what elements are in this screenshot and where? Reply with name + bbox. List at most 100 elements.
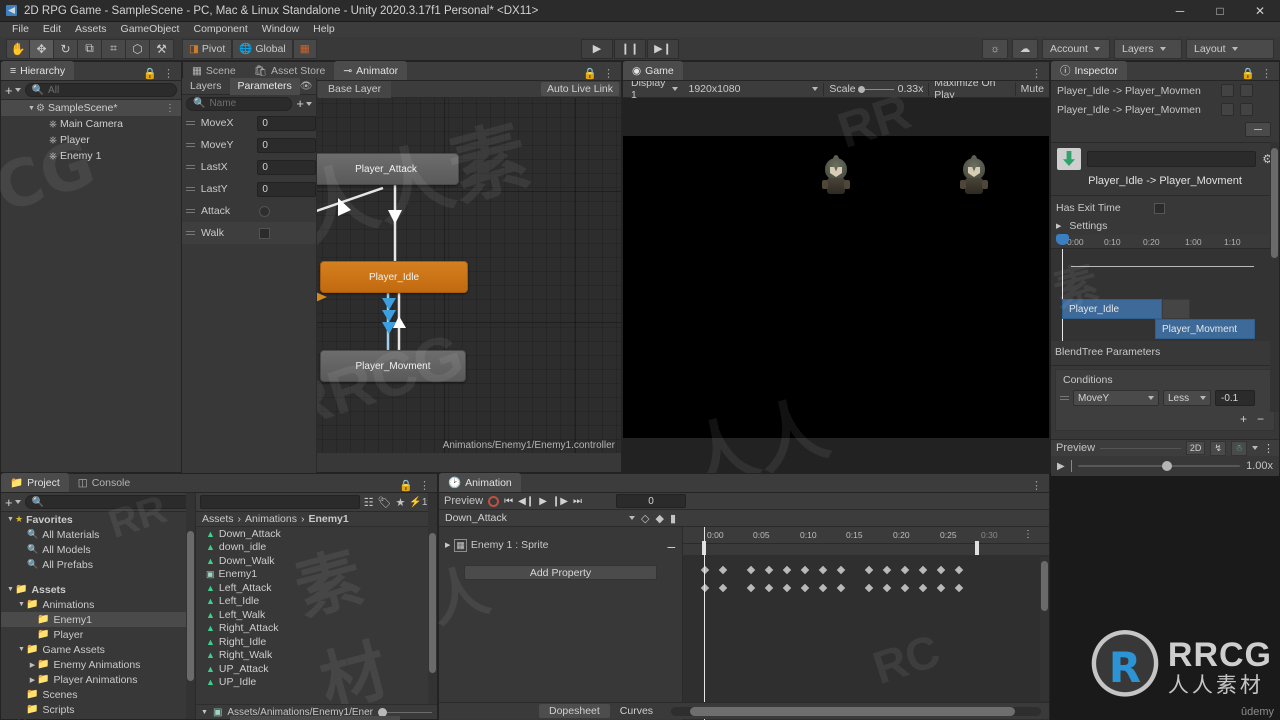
asset-item-right-attack[interactable]: ▲ Right_Attack (196, 622, 437, 636)
timeline-clip-player-idle[interactable]: Player_Idle (1062, 299, 1162, 319)
tab-game[interactable]: ◉ Game (623, 61, 683, 80)
asset-item-down-attack[interactable]: ▲ Down_Attack (196, 527, 437, 541)
hierarchy-search-input[interactable]: 🔍 All (24, 83, 177, 97)
drag-handle-icon[interactable] (186, 141, 195, 149)
project-tree-scrollbar-thumb[interactable] (187, 531, 194, 681)
parameter-search-input[interactable]: 🔍 Name (186, 96, 293, 111)
parameter-row-lasty[interactable]: LastY 0 (182, 178, 316, 200)
project-tree-assets[interactable]: ▼ 📁 Assets (1, 582, 195, 597)
rect-tool-icon[interactable]: ⌗ (102, 38, 126, 59)
trigger-toggle[interactable] (259, 205, 270, 217)
play-button[interactable]: ▶ (581, 38, 613, 59)
preview-speed-knob[interactable] (1162, 461, 1173, 471)
clip-dropdown[interactable]: Down_Attack (445, 510, 635, 526)
lock-icon[interactable]: 🔒 (399, 479, 413, 492)
base-layer-tab[interactable]: Base Layer (318, 80, 392, 98)
preview-2d-toggle[interactable]: 2D (1185, 441, 1206, 455)
tab-dopesheet[interactable]: Dopesheet (539, 704, 610, 718)
settings-foldout[interactable]: ▶ Settings (1051, 217, 1279, 235)
first-frame-button[interactable]: ⏮ (504, 496, 513, 507)
tab-layers[interactable]: Layers (182, 78, 230, 95)
project-tree-all-models[interactable]: 🔍 All Models (1, 542, 195, 557)
kebab-menu-icon[interactable]: ⋮ (1263, 442, 1274, 455)
asset-item-left-attack[interactable]: ▲ Left_Attack (196, 581, 437, 595)
asset-item-up-attack[interactable]: ▲ UP_Attack (196, 662, 437, 676)
hierarchy-item-samplescene[interactable]: ▼ ⚙ SampleScene* ⋮ (1, 100, 181, 116)
inspector-scrollbar-thumb[interactable] (1271, 148, 1278, 258)
eye-icon[interactable]: 👁 (300, 81, 319, 92)
cloud-icon[interactable]: ☁ (1012, 38, 1038, 59)
project-tree-scripts[interactable]: 📁 Scripts (1, 702, 195, 717)
menu-help[interactable]: Help (306, 22, 342, 37)
favorite-icon[interactable]: ★ (396, 496, 406, 509)
add-keyframe-icon[interactable]: ◇ (641, 512, 649, 525)
remove-transition-button[interactable]: ─ (1245, 122, 1271, 137)
grid-snap-button[interactable]: ▦ (292, 38, 317, 59)
tab-animator[interactable]: ⊸ Animator (334, 61, 408, 80)
light-icon[interactable]: ☼ (982, 38, 1008, 59)
move-tool-icon[interactable]: ✥ (30, 38, 54, 59)
chevron-right-icon[interactable]: ▶ (28, 676, 37, 684)
add-keyframe-filled-icon[interactable]: ◆ (655, 512, 663, 525)
breadcrumb-enemy1[interactable]: Enemy1 (308, 513, 348, 525)
remove-condition-button[interactable]: − (1257, 412, 1264, 426)
project-tree-favorites[interactable]: ▼ ★ Favorites (1, 512, 195, 527)
dopesheet-scrollbar-thumb[interactable] (1041, 561, 1048, 611)
keyframe-lane-sprite[interactable] (683, 583, 1049, 598)
tab-console[interactable]: ◫ Console (69, 473, 139, 492)
layers-dropdown[interactable]: Layers (1114, 38, 1182, 59)
dopesheet-playhead[interactable] (704, 527, 705, 720)
breadcrumb-assets[interactable]: Assets (202, 513, 234, 525)
game-render-area[interactable]: RR 人人 (623, 83, 1049, 504)
maximize-on-play-toggle[interactable]: Maximize On Play (929, 77, 1015, 101)
has-exit-time-row[interactable]: Has Exit Time (1051, 199, 1279, 217)
add-parameter-button[interactable]: + (296, 96, 312, 111)
animator-node-player-movment[interactable]: Player_Movment (320, 350, 466, 382)
parameter-row-movex[interactable]: MoveX 0 (182, 112, 316, 134)
record-icon[interactable] (488, 495, 500, 507)
timeline-clip-player-movment[interactable]: Player_Movment (1155, 319, 1255, 339)
project-tree-game-assets[interactable]: ▼ 📁 Game Assets (1, 642, 195, 657)
scale-slider-track[interactable] (857, 85, 894, 93)
filter-type-icon[interactable]: ☷ (364, 496, 374, 509)
condition-value-input[interactable]: -0.1 (1215, 390, 1255, 406)
kebab-menu-icon[interactable]: ⋮ (603, 67, 614, 80)
parameter-row-lastx[interactable]: LastX 0 (182, 156, 316, 178)
add-gameobject-button[interactable]: + (5, 83, 21, 98)
chevron-down-icon[interactable]: ▼ (17, 601, 26, 608)
current-frame-input[interactable]: 0 (615, 494, 686, 508)
project-tree-scenes[interactable]: 📁 Scenes (1, 687, 195, 702)
kebab-menu-icon[interactable]: ⋮ (165, 103, 181, 114)
add-property-button[interactable]: Add Property (464, 565, 657, 580)
preview-toggle[interactable]: Preview (444, 495, 483, 507)
drag-handle-icon[interactable] (186, 163, 195, 171)
create-asset-button[interactable]: + (5, 495, 21, 510)
transition-timeline-ruler[interactable]: 0:00 0:10 0:20 1:00 1:10 (1051, 234, 1279, 249)
global-toggle[interactable]: 🌐 Global (232, 38, 293, 59)
filter-label-icon[interactable]: 🏷 (378, 496, 392, 509)
dopesheet-ruler[interactable]: 0:00 0:05 0:10 0:15 0:20 0:25 0:30 ⋮ (683, 527, 1049, 544)
property-row-enemy1-sprite[interactable]: ▶ ▦ Enemy 1 : Sprite ⚊ (439, 537, 682, 553)
menu-assets[interactable]: Assets (68, 22, 114, 37)
prev-frame-button[interactable]: ◀❙ (518, 496, 534, 507)
tab-project[interactable]: 📁 Project (1, 473, 69, 492)
drag-handle-icon[interactable] (186, 185, 195, 193)
condition-parameter-dropdown[interactable]: MoveY (1073, 390, 1159, 406)
pivot-toggle[interactable]: ◨ Pivot (182, 38, 233, 59)
inspector-scrollbar[interactable] (1270, 142, 1279, 412)
hand-tool-icon[interactable]: ✋ (6, 38, 30, 59)
parameter-value-input[interactable]: 0 (257, 159, 316, 175)
transition-name-input[interactable] (1087, 151, 1257, 167)
assets-search-input[interactable] (200, 495, 360, 509)
project-tree-player[interactable]: 📁 Player (1, 627, 195, 642)
menu-file[interactable]: File (5, 22, 36, 37)
dopesheet-horizontal-scrollbar-thumb[interactable] (689, 706, 1016, 716)
zoom-slider[interactable] (378, 707, 432, 717)
transform-tool-icon[interactable]: ⬡ (126, 38, 150, 59)
chevron-down-icon[interactable]: ▼ (17, 646, 26, 653)
mute-audio-toggle[interactable]: Mute (1016, 81, 1049, 98)
asset-item-right-walk[interactable]: ▲ Right_Walk (196, 649, 437, 663)
tab-hierarchy[interactable]: ≡ Hierarchy (1, 61, 75, 80)
asset-item-left-walk[interactable]: ▲ Left_Walk (196, 608, 437, 622)
parameter-row-attack[interactable]: Attack (182, 200, 316, 222)
